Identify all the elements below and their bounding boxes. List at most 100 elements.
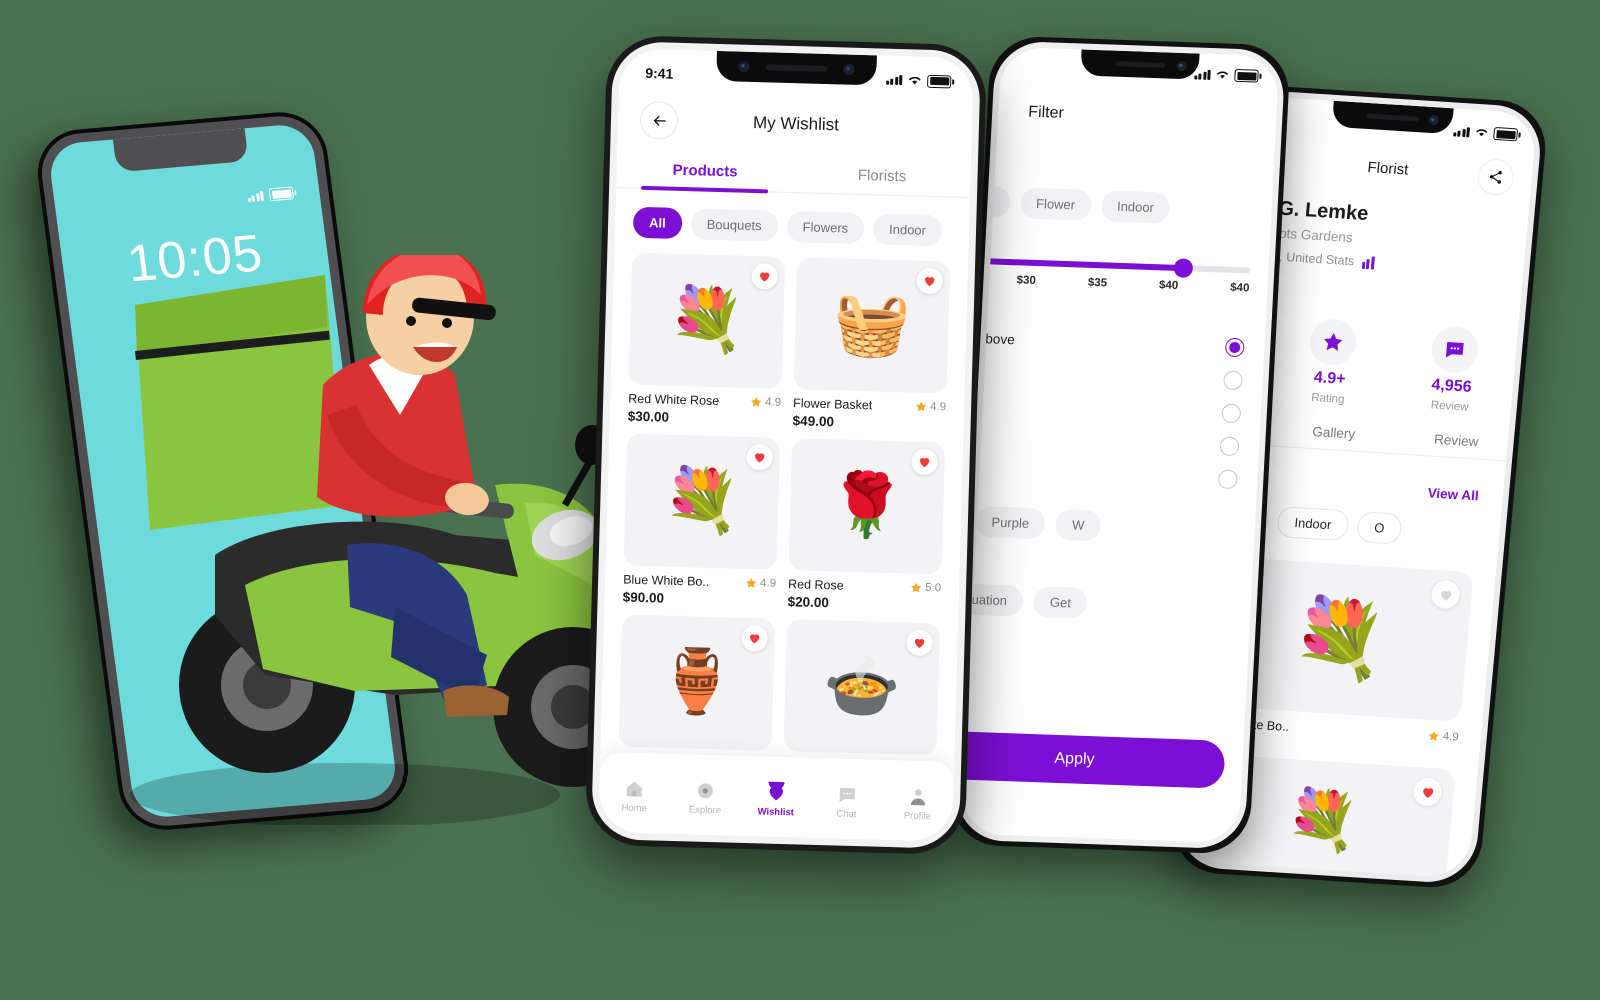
product-image: 💐 [667,284,747,356]
home-icon [627,780,643,797]
favorite-icon[interactable] [906,629,933,657]
tab-profile[interactable]: Profile [882,785,954,822]
stat-review: 4,956 Review [1388,323,1518,416]
star-icon [911,582,922,593]
tab-explore[interactable]: Explore [669,779,741,816]
product-meta: Flower Basket 4.9 [793,396,946,414]
notch [1080,49,1200,80]
rating-value: 4.9 [929,401,947,414]
chat-icon [839,787,855,802]
chip-bouquets[interactable]: Bouquets [690,208,779,242]
product-image: 🏺 [657,646,737,718]
product-name: Red White Rose [628,391,720,409]
chip-purple[interactable]: Purple [974,506,1046,540]
lockscreen-status-bar [246,186,295,203]
signal-icon [1452,126,1471,137]
compass-icon [698,782,714,798]
product-card[interactable]: 🍲 [783,619,941,756]
bottom-navigation: Home Explore Wishlist Chat Profile [598,751,955,842]
slider-thumb[interactable] [1173,258,1194,278]
radio-button[interactable] [1224,337,1245,358]
product-card[interactable]: 🏺 [618,614,776,751]
product-card[interactable]: 💐 Red White Rose 4.9 $30.00 [627,252,786,428]
product-thumbnail: 🏺 [618,614,776,751]
filter-category-chips: uets Flower Indoor [960,185,1272,227]
price-tick-labels: $25 $30 $35 $40 $40 [960,272,1249,295]
chip-indoor[interactable]: Indoor [1276,506,1350,542]
product-meta: Blue White Bo.. 4.9 [623,573,776,591]
chip-get-well[interactable]: Get [1033,586,1088,619]
product-image: 💐 [1287,594,1391,685]
chat-icon [1429,325,1480,375]
slider-track[interactable] [960,256,1251,278]
tick-label: $30 [1016,274,1037,287]
chip-white[interactable]: W [1055,508,1102,542]
product-rating: 4.9 [750,396,781,409]
product-card[interactable]: 🧺 Flower Basket 4.9 $49.00 [792,257,951,432]
chip-all[interactable]: All [632,206,683,239]
chip-flowers[interactable]: Flowers [786,210,865,245]
person-icon [910,788,925,805]
tab-products[interactable]: Products [616,160,794,192]
radio-button[interactable] [1219,436,1240,457]
favorite-icon[interactable] [746,443,774,471]
tab-home[interactable]: Home [599,777,671,814]
product-image: 🧺 [832,289,912,361]
rating-value: 5.0 [924,581,942,595]
price-slider[interactable]: $25 $30 $35 $40 $40 [960,256,1251,295]
favorite-icon[interactable] [916,267,943,295]
wishlist-filter-chips: All Bouquets Flowers Indoor [632,206,970,247]
product-card[interactable]: 💐 Blue White Bo.. 4.9 $90.00 [622,433,781,609]
product-price: $30.00 [627,408,670,425]
wishlist-tabs: Products Florists [616,160,971,199]
product-rating: 4.9 [915,401,947,414]
favorite-icon[interactable] [741,624,768,652]
radio-button[interactable] [1217,469,1238,490]
lockscreen-screen: 10:05 [46,122,400,820]
wifi-icon [1476,129,1488,137]
wishlist-content: 9:41 My Wishlist Products Florists All B… [598,48,974,842]
tick-label: $40 [1229,281,1250,295]
share-icon[interactable] [1476,158,1516,197]
speaker-grill [765,64,828,73]
tab-chat[interactable]: Chat [811,783,883,820]
chip-indoor[interactable]: Indoor [872,213,943,247]
tab-gallery[interactable]: Gallery [1271,422,1396,454]
battery-icon [268,186,295,202]
star-icon [746,577,757,588]
filter-page-title: Filter [1027,103,1065,122]
signal-strength-icon [1361,255,1375,270]
chip-other[interactable]: O [1355,511,1403,545]
radio-button[interactable] [1221,403,1242,424]
product-rating: 4.9 [745,577,776,590]
tab-label: Profile [903,809,931,822]
apply-button[interactable]: Apply [960,730,1226,789]
view-all-link[interactable]: View All [1427,485,1479,503]
favorite-icon[interactable] [911,448,938,476]
battery-icon [1234,68,1259,83]
favorite-icon[interactable] [751,262,779,290]
product-image: 💐 [1283,786,1362,856]
rating-value: 4.9 [765,396,782,409]
front-camera [1428,114,1440,126]
product-thumbnail: 🌹 [788,438,946,575]
tab-florists[interactable]: Florists [793,165,971,197]
product-rating: 4.9 [1427,730,1459,744]
star-icon [751,397,762,407]
lockscreen-time: 10:05 [123,224,267,294]
product-meta: Red Rose 5.0 [788,577,941,595]
favorite-icon[interactable] [1412,776,1443,807]
tab-wishlist[interactable]: Wishlist [740,781,812,818]
product-card[interactable]: 🌹 Red Rose 5.0 $20.00 [787,438,946,613]
favorite-icon[interactable] [1430,579,1461,610]
stat-label: Review [1430,399,1470,414]
chip-indoor[interactable]: Indoor [1100,190,1171,224]
product-thumbnail: 💐 [628,252,786,389]
chip-flower[interactable]: Flower [1019,187,1092,221]
wishlist-header: My Wishlist [618,100,973,148]
tab-review[interactable]: Review [1394,429,1519,461]
radio-button[interactable] [1223,370,1244,391]
phone-filter: Filter uets Flower Indoor $25 $30 $35 [948,35,1292,855]
stat-rating: 4.9+ Rating [1266,315,1396,408]
tab-label: Explore [688,803,722,816]
